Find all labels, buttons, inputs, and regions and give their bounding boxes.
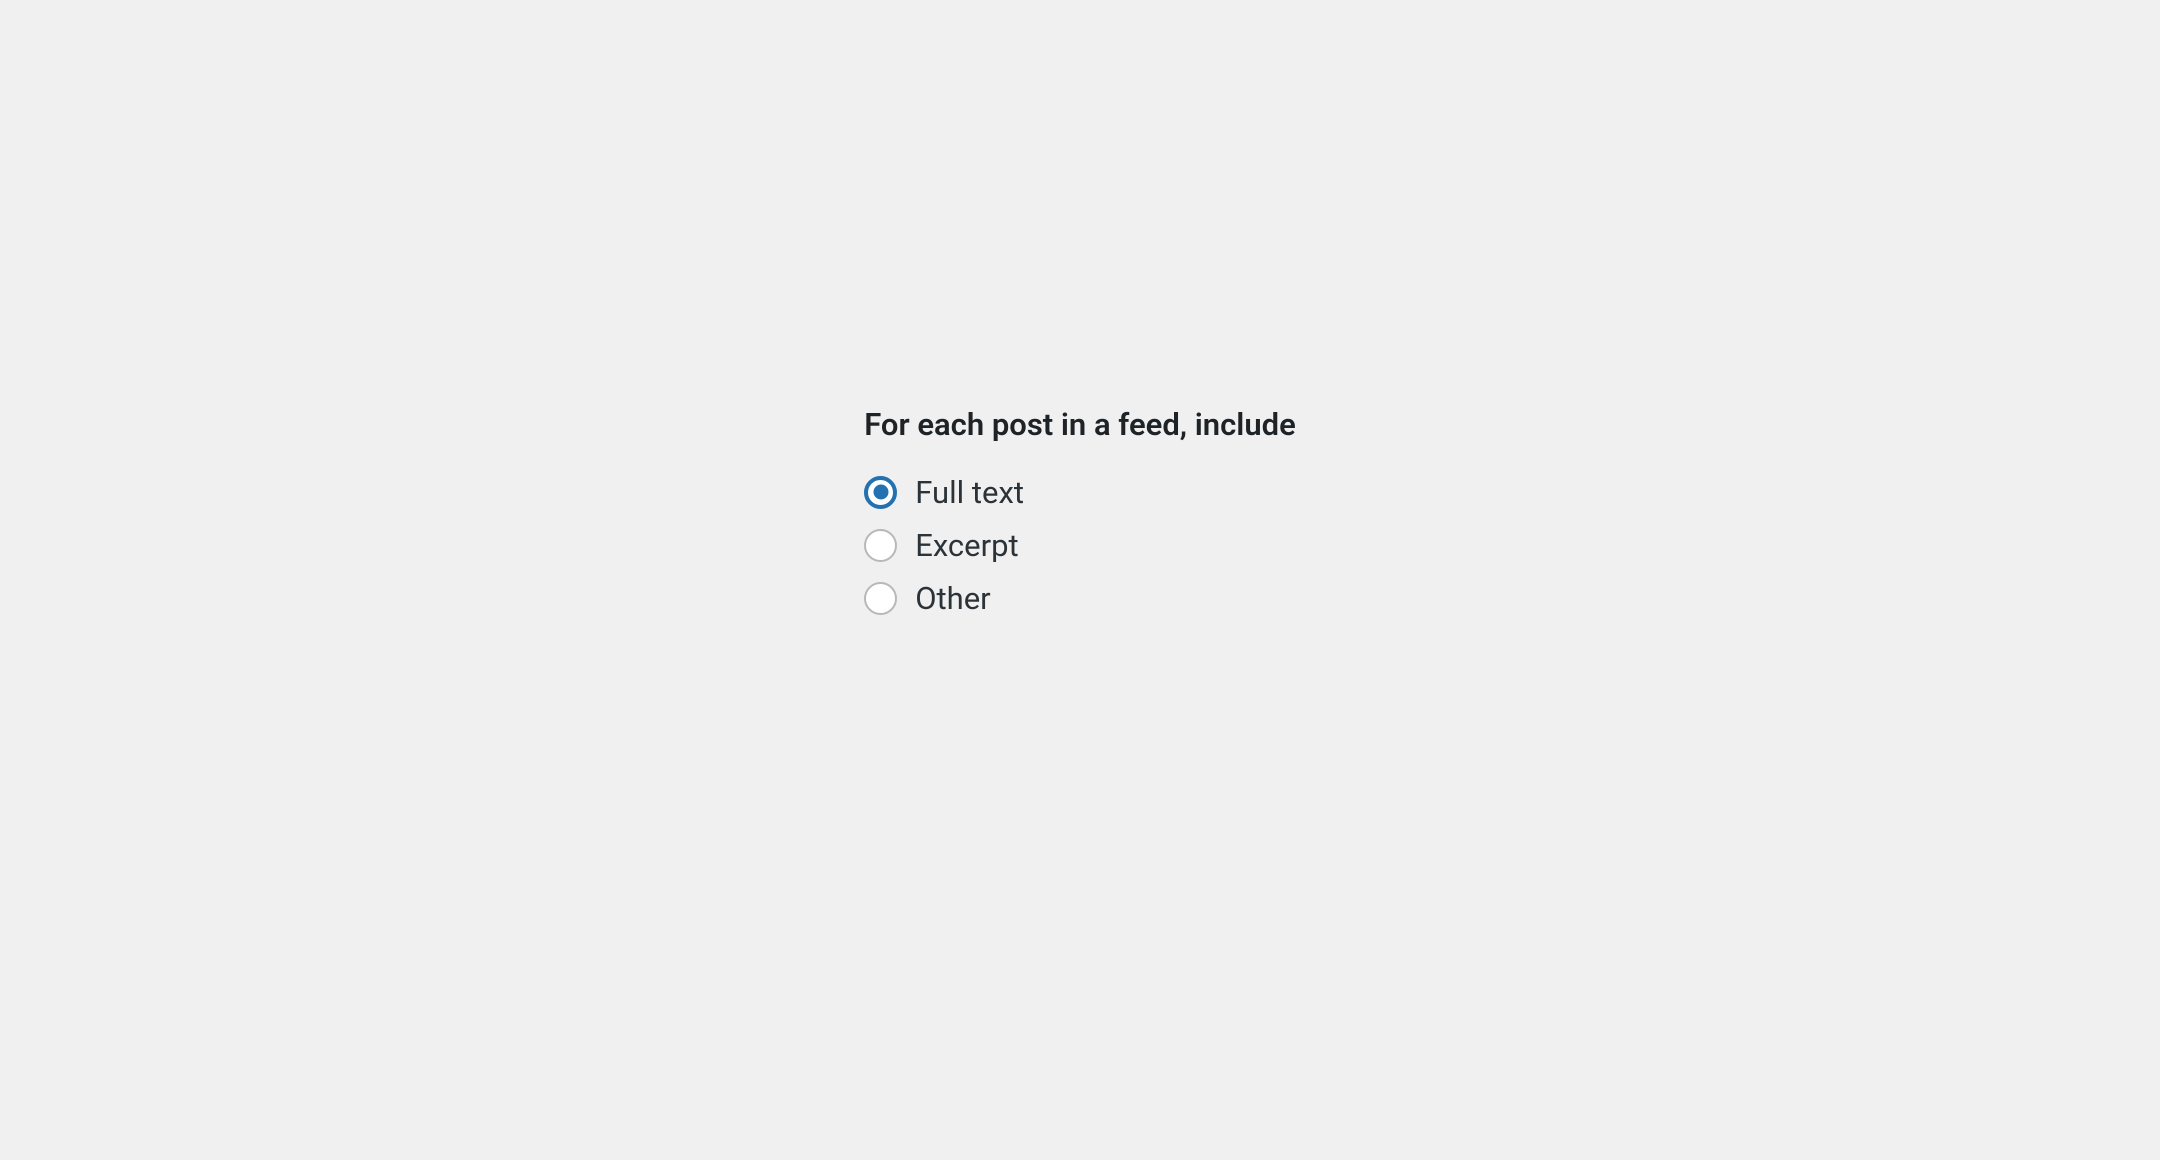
radio-icon <box>864 529 897 562</box>
feed-include-setting: For each post in a feed, include Full te… <box>864 405 1296 614</box>
radio-option-other[interactable]: Other <box>864 582 991 615</box>
radio-icon <box>864 476 897 509</box>
radio-icon <box>864 582 897 615</box>
feed-include-legend: For each post in a feed, include <box>864 405 1296 445</box>
radio-label: Excerpt <box>915 530 1018 561</box>
radio-label: Other <box>915 583 991 614</box>
radio-option-full-text[interactable]: Full text <box>864 476 1024 509</box>
radio-label: Full text <box>915 477 1024 508</box>
radio-option-excerpt[interactable]: Excerpt <box>864 529 1018 562</box>
